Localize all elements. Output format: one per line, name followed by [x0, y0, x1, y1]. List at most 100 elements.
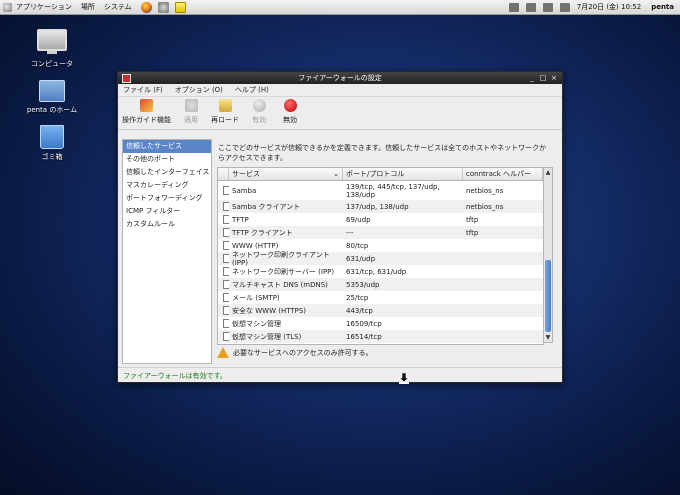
apply-button[interactable]: 適用 — [180, 99, 202, 125]
panel-menu-system[interactable]: システム — [104, 2, 132, 12]
sort-chevron-icon: ⌄ — [333, 170, 339, 178]
minimize-button[interactable]: _ — [527, 74, 537, 82]
col-service[interactable]: サービス ⌄ — [229, 168, 343, 180]
update-icon[interactable] — [525, 2, 536, 12]
table-row[interactable]: TFTP クライアント --- tftp — [218, 226, 543, 239]
row-ports: 5353/udp — [346, 280, 380, 289]
table-row[interactable]: Samba クライアント 137/udp, 138/udp netbios_ns — [218, 200, 543, 213]
notes-icon[interactable] — [174, 1, 186, 13]
apply-icon — [184, 99, 198, 112]
desktop-computer[interactable]: コンピュータ — [22, 29, 82, 69]
system-tray: 7月20日 (金) 10:52 penta — [508, 0, 680, 14]
scroll-up-icon[interactable]: ▲ — [544, 168, 552, 177]
menu-file[interactable]: ファイル (F) — [123, 85, 163, 95]
statusbar: ファイアーウォールは有効です。 — [118, 367, 562, 382]
enable-icon — [252, 99, 266, 112]
row-ports: --- — [346, 228, 354, 237]
table-row[interactable]: 仮想マシン管理 (TLS) 16514/tcp — [218, 330, 543, 343]
disable-button[interactable]: 無効 — [279, 99, 301, 125]
download-cursor-icon — [399, 373, 409, 384]
firewall-icon — [122, 74, 131, 83]
sidebar-item-trusted-interfaces[interactable]: 信頼したインターフェイス — [123, 166, 211, 179]
disable-label: 無効 — [283, 116, 297, 124]
network-icon[interactable] — [508, 2, 519, 12]
row-ports: 443/tcp — [346, 306, 373, 315]
applications-icon — [3, 2, 12, 12]
wizard-label: 操作ガイド機能 — [122, 116, 171, 124]
row-checkbox-cell — [218, 228, 229, 237]
col-check[interactable] — [218, 168, 229, 180]
notice: 必要なサービスへのアクセスのみ許可する。 — [217, 347, 373, 358]
sidebar-item-other-ports[interactable]: その他のポート — [123, 153, 211, 166]
col-service-label: サービス — [232, 170, 260, 178]
sidebar-item-port-forwarding[interactable]: ポートフォワーディング — [123, 192, 211, 205]
desktop-trash-label: ゴミ箱 — [41, 153, 63, 161]
reload-label: 再ロード — [211, 116, 239, 124]
window-controls: _ □ × — [526, 72, 559, 84]
scroll-down-icon[interactable]: ▼ — [544, 333, 552, 342]
col-helper[interactable]: conntrack ヘルパー — [463, 168, 543, 180]
row-service: TFTP — [232, 215, 249, 224]
sidebar-item-icmp-filter[interactable]: ICMP フィルター — [123, 205, 211, 218]
display-icon[interactable] — [559, 2, 570, 12]
row-ports: 631/tcp, 631/udp — [346, 267, 407, 276]
row-checkbox-cell — [218, 332, 229, 341]
table-row[interactable]: 安全な WWW (HTTPS) 443/tcp — [218, 304, 543, 317]
row-checkbox-cell — [218, 254, 229, 263]
row-helper: netbios_ns — [466, 202, 504, 211]
table-row[interactable]: 仮想マシン管理 16509/tcp — [218, 317, 543, 330]
scroll-thumb[interactable] — [545, 260, 551, 332]
row-ports: 25/tcp — [346, 293, 369, 302]
enable-button[interactable]: 有効 — [248, 99, 270, 125]
disable-icon — [283, 99, 297, 112]
close-button[interactable]: × — [549, 74, 559, 82]
apply-label: 適用 — [184, 116, 198, 124]
row-checkbox-cell — [218, 306, 229, 315]
row-helper: tftp — [466, 228, 479, 237]
desktop-home-label: penta のホーム — [26, 106, 78, 114]
sidebar-item-trusted-services[interactable]: 信頼したサービス — [123, 140, 211, 153]
maximize-button[interactable]: □ — [538, 74, 548, 82]
wizard-icon — [140, 99, 153, 112]
menu-options[interactable]: オプション (O) — [175, 85, 223, 95]
wizard-button[interactable]: 操作ガイド機能 — [122, 99, 171, 125]
warning-icon — [217, 347, 229, 358]
home-folder-icon — [39, 80, 65, 102]
row-service: ネットワーク印刷クライアント (IPP) — [232, 250, 330, 267]
window-titlebar[interactable]: ファイアーウォールの設定 _ □ × — [118, 72, 562, 84]
sidebar-item-masquerading[interactable]: マスカレーディング — [123, 179, 211, 192]
table-scrollbar[interactable]: ▲ ▼ — [543, 167, 553, 343]
panel-menu-places[interactable]: 場所 — [81, 2, 95, 12]
user-name[interactable]: penta — [651, 3, 674, 11]
desktop-home[interactable]: penta のホーム — [22, 80, 82, 115]
row-checkbox-cell — [218, 202, 229, 211]
row-checkbox-cell — [218, 319, 229, 328]
mail-icon[interactable] — [157, 1, 169, 13]
desktop-trash[interactable]: ゴミ箱 — [22, 125, 82, 162]
clock[interactable]: 7月20日 (金) 10:52 — [577, 2, 641, 12]
table-row[interactable]: ネットワーク印刷クライアント (IPP) 631/udp — [218, 250, 543, 267]
table-row[interactable]: ネットワーク印刷サーバー (IPP) 631/tcp, 631/udp — [218, 265, 543, 278]
table-row[interactable]: Samba 139/tcp, 445/tcp, 137/udp, 138/udp n… — [218, 181, 543, 200]
menu-help[interactable]: ヘルプ (H) — [235, 85, 269, 95]
row-service: 安全な WWW (HTTPS) — [232, 306, 307, 315]
volume-icon[interactable] — [542, 2, 553, 12]
panel-menu-applications[interactable]: アプリケーション — [16, 2, 72, 12]
firefox-icon[interactable] — [140, 1, 152, 13]
row-ports: 80/tcp — [346, 241, 369, 250]
status-text: ファイアーウォールは有効です。 — [123, 372, 227, 380]
reload-button[interactable]: 再ロード — [211, 99, 239, 125]
table-row[interactable]: マルチキャスト DNS (mDNS) 5353/udp — [218, 278, 543, 291]
table-row[interactable]: メール (SMTP) 25/tcp — [218, 291, 543, 304]
reload-icon — [218, 99, 232, 112]
row-service: WWW (HTTP) — [232, 241, 279, 250]
notice-text: 必要なサービスへのアクセスのみ許可する。 — [233, 348, 373, 357]
sidebar-item-custom-rules[interactable]: カスタムルール — [123, 218, 211, 231]
col-ports[interactable]: ポート/プロトコル — [343, 168, 463, 180]
description-text: ここでどのサービスが信頼できるかを定義できます。信頼したサービスは全てのホストや… — [218, 144, 547, 162]
row-service: ネットワーク印刷サーバー (IPP) — [232, 267, 335, 276]
row-checkbox-cell — [218, 241, 229, 250]
row-ports: 16514/tcp — [346, 332, 382, 341]
table-row[interactable]: TFTP 69/udp tftp — [218, 213, 543, 226]
window-title: ファイアーウォールの設定 — [298, 74, 382, 82]
